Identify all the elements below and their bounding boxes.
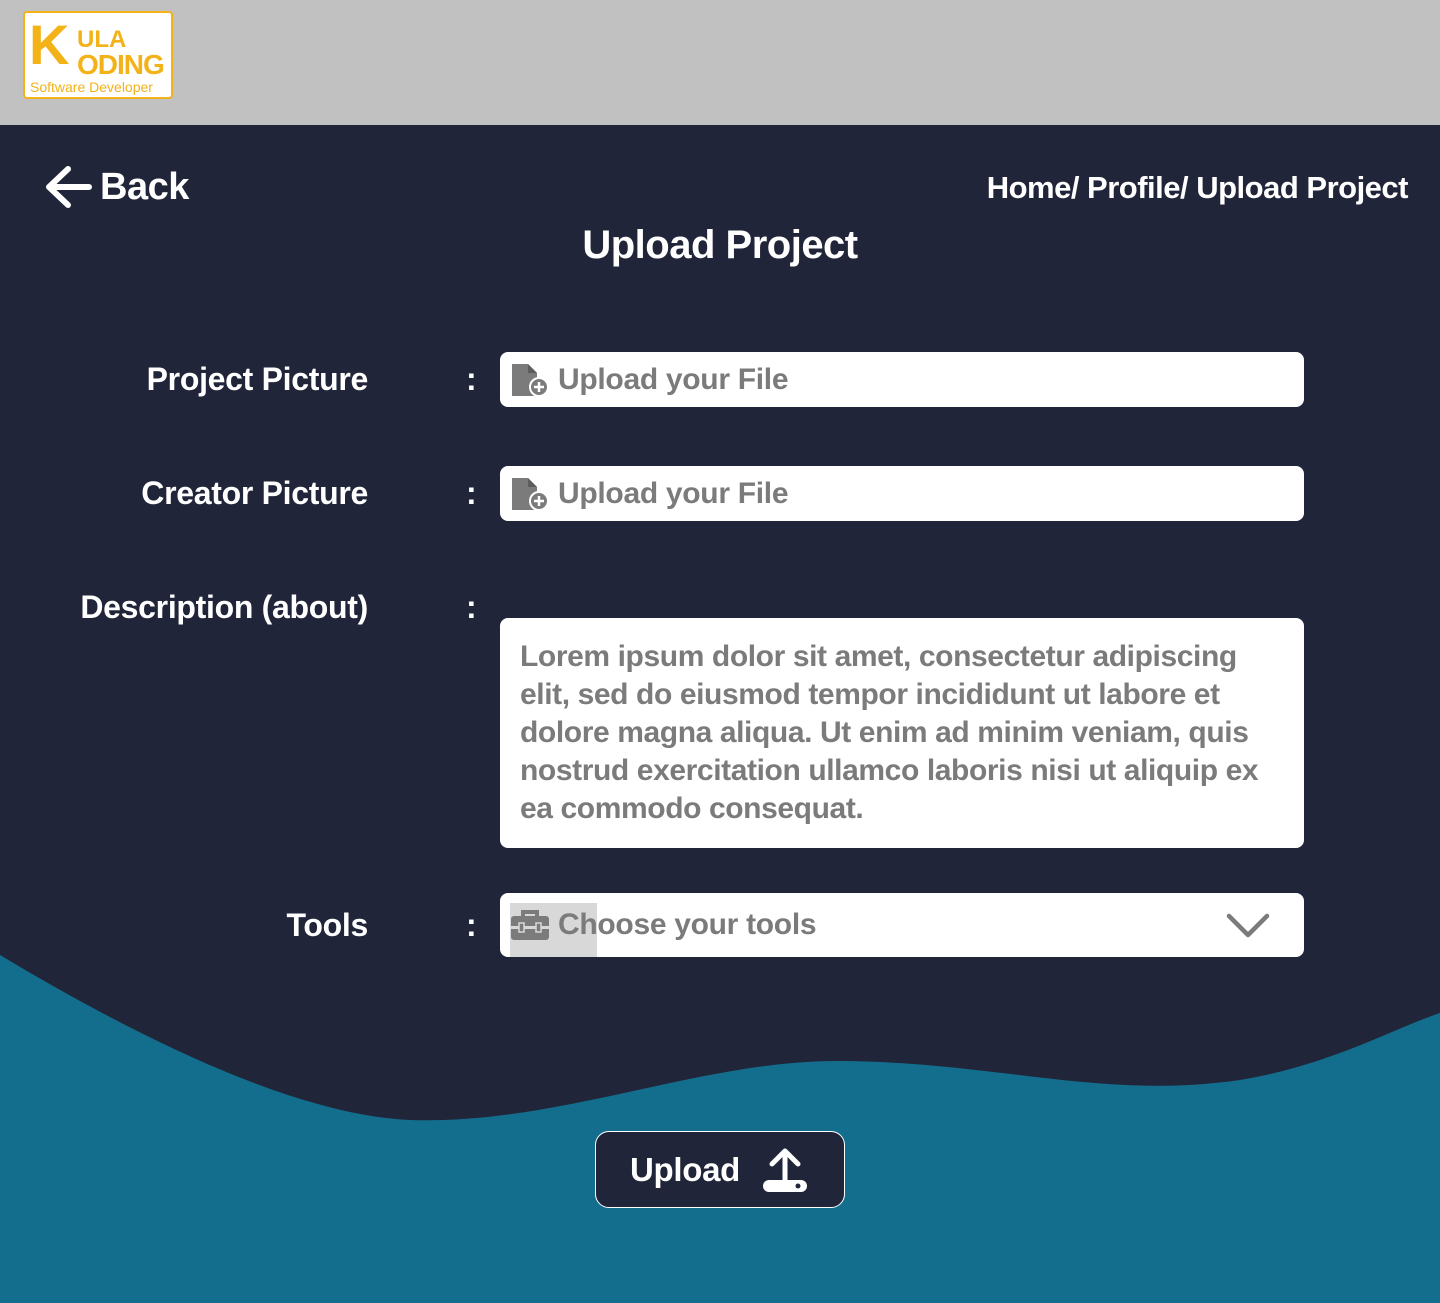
logo-line2: ODING <box>77 49 165 80</box>
creator-picture-colon: : <box>466 475 477 511</box>
arrow-left-icon <box>46 166 92 208</box>
tools-colon: : <box>466 907 477 943</box>
file-add-icon <box>512 477 549 511</box>
page-title: Upload Project <box>582 223 858 267</box>
project-picture-label: Project Picture <box>146 361 369 397</box>
tools-dropdown[interactable]: Choose your tools <box>500 893 1304 957</box>
upload-button[interactable]: Upload <box>595 1131 845 1208</box>
creator-picture-placeholder: Upload your File <box>558 476 789 510</box>
back-button[interactable]: Back <box>44 165 189 209</box>
tools-placeholder: Choose your tools <box>558 908 817 941</box>
project-picture-placeholder: Upload your File <box>558 362 789 396</box>
upload-label: Upload <box>629 1150 741 1188</box>
description-label: Description (about) <box>80 589 368 625</box>
logo-tagline: Software Developer <box>30 79 153 95</box>
back-label: Back <box>100 165 189 208</box>
file-add-icon <box>512 363 549 397</box>
description-textarea[interactable]: Lorem ipsum dolor sit amet, consectetur … <box>500 618 1304 848</box>
upload-icon <box>763 1148 808 1192</box>
creator-picture-label: Creator Picture <box>141 475 368 511</box>
description-colon: : <box>466 589 477 625</box>
description-text: Lorem ipsum dolor sit amet, consectetur … <box>520 640 1259 825</box>
main-content: Back Home/ Profile/ Upload Project Uploa… <box>0 125 1440 1303</box>
tools-label: Tools <box>286 907 369 943</box>
project-picture-colon: : <box>466 361 477 397</box>
logo-letter: K <box>29 13 70 76</box>
company-logo[interactable]: K ULA ODING Software Developer <box>23 11 173 99</box>
toolbox-icon <box>511 910 549 940</box>
top-header: K ULA ODING Software Developer <box>0 0 1440 125</box>
breadcrumb[interactable]: Home/ Profile/ Upload Project <box>987 170 1409 206</box>
project-picture-upload[interactable]: Upload your File <box>500 352 1304 407</box>
chevron-down-icon[interactable] <box>1226 913 1270 939</box>
creator-picture-upload[interactable]: Upload your File <box>500 466 1304 521</box>
